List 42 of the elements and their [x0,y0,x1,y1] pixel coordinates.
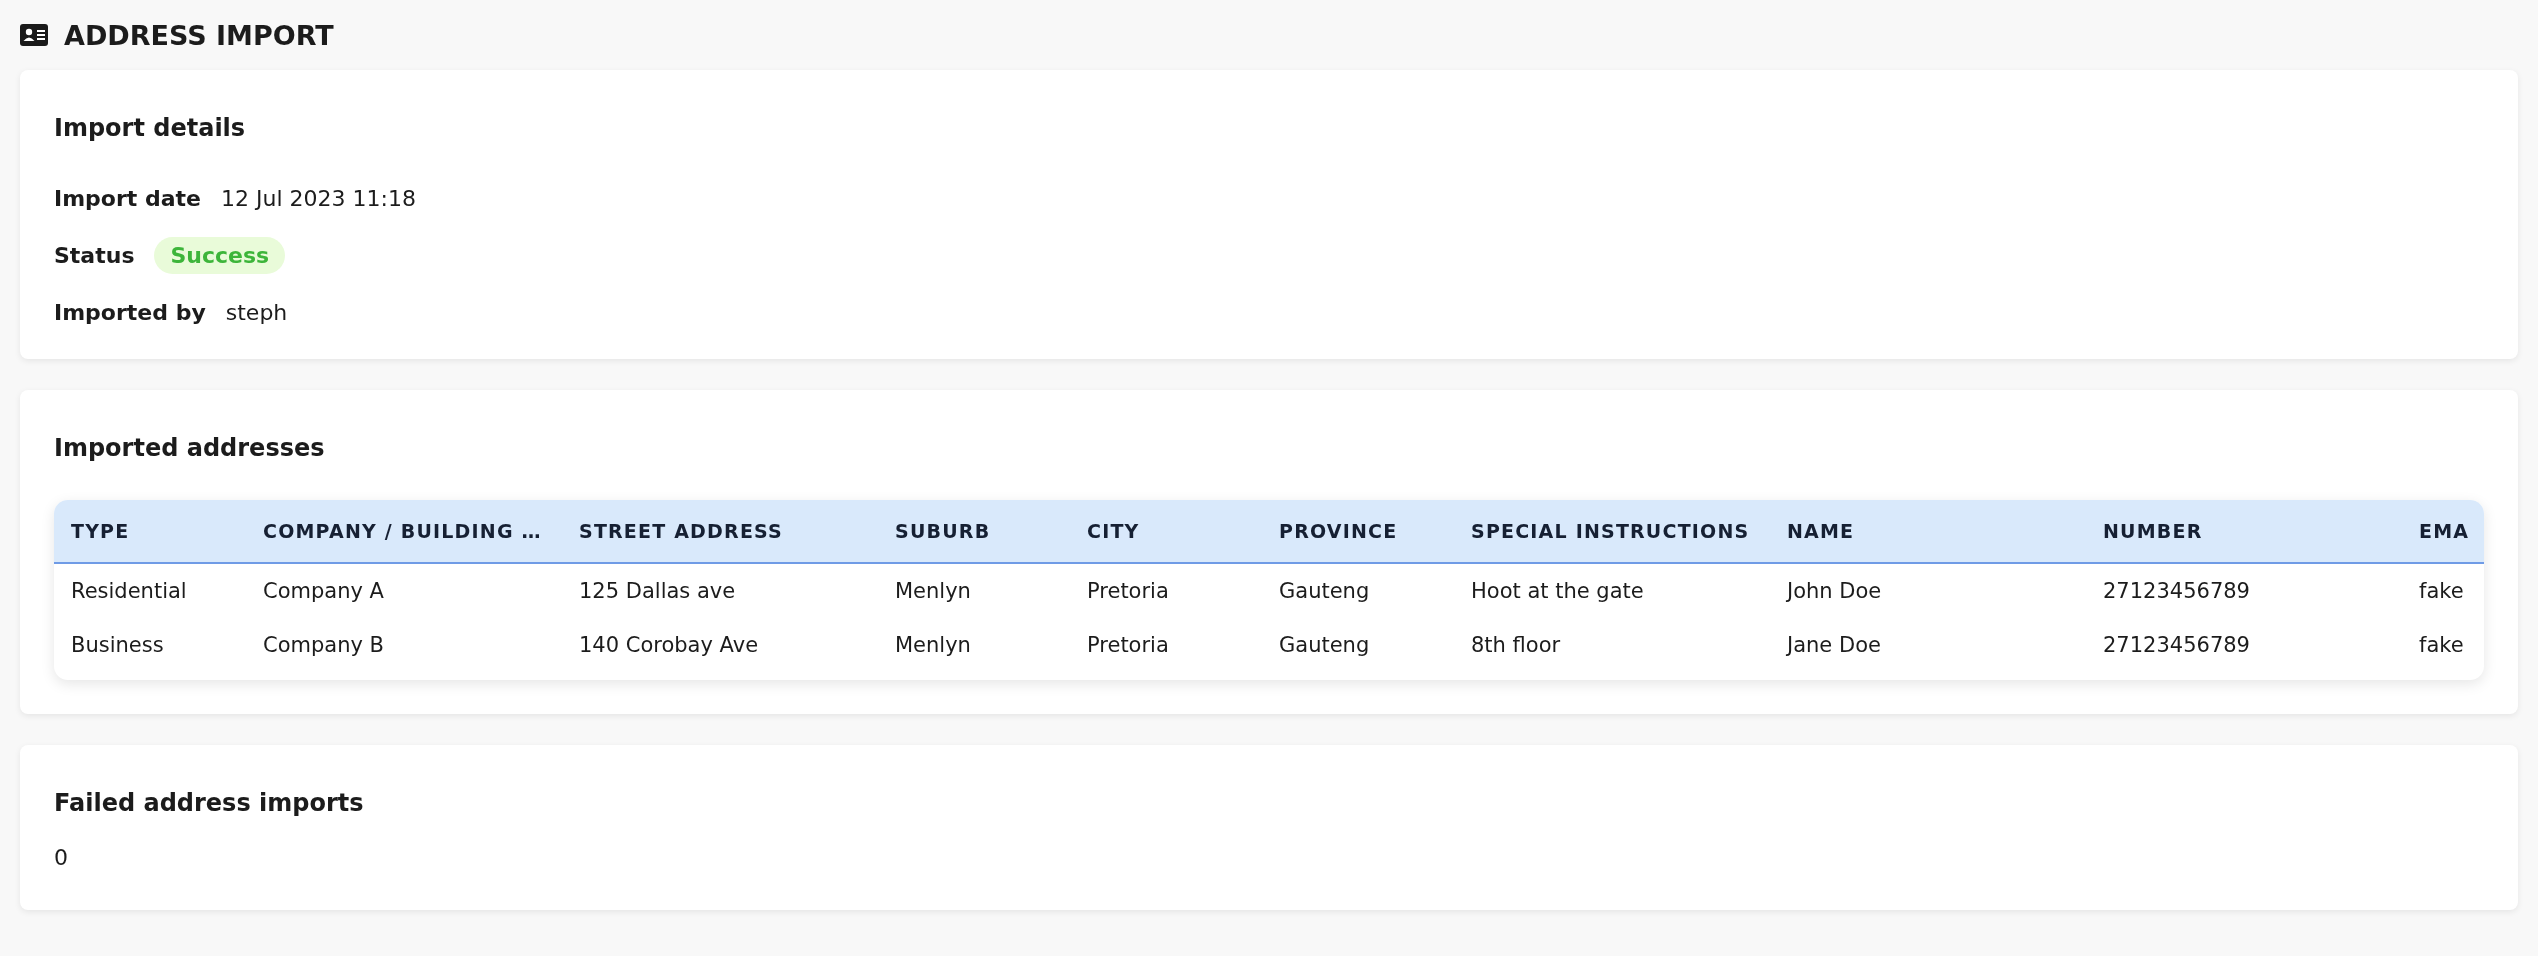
column-header[interactable]: EMA [2419,520,2484,542]
table-cell-text: Gauteng [1279,579,1371,603]
page-title: ADDRESS IMPORT [64,19,334,51]
table-cell-text: 27123456789 [2103,579,2251,603]
table-cell-text: Pretoria [1087,633,1170,657]
table-cell-text: Company A [263,579,385,603]
contact-card-icon [20,24,48,46]
card-heading: Import details [54,114,247,142]
column-header[interactable]: TYPE [71,520,263,542]
column-header[interactable]: NUMBER [2103,520,2419,542]
field-label: Import date [54,186,202,211]
field-label: Status [54,243,135,268]
table-cell-text: John Doe [1787,579,1883,603]
table-cell-text: Pretoria [1087,579,1170,603]
field-value: 12 Jul 2023 11:18 [221,186,416,211]
table-cell-text: Residential [71,579,188,603]
column-header[interactable]: NAME [1787,520,2103,542]
column-header[interactable]: SPECIAL INSTRUCTIONS [1471,520,1787,542]
table-cell-text: Gauteng [1279,633,1371,657]
table-cell-text: Menlyn [895,633,972,657]
table-cell-text: fake [2419,579,2465,603]
table-cell-text: fake [2419,633,2465,657]
field-value: steph [225,300,288,325]
field-label: Imported by [54,300,206,325]
failed-count: 0 [54,845,69,870]
table-cell-text: Jane Doe [1787,633,1882,657]
column-header[interactable]: CITY [1087,520,1279,542]
table-cell-text: Business [71,633,165,657]
table-cell-text: 27123456789 [2103,633,2251,657]
table-cell-text: 125 Dallas ave [579,579,737,603]
column-header[interactable]: STREET ADDRESS [579,520,895,542]
table-cell-text: Company B [263,633,385,657]
column-header[interactable]: PROVINCE [1279,520,1471,542]
table-cell-text: 8th floor [1471,633,1562,657]
table-cell-text: Menlyn [895,579,972,603]
card-heading: Imported addresses [54,434,326,462]
column-header[interactable]: COMPANY / BUILDING … [263,520,579,542]
status-badge: Success [154,237,286,274]
table-cell-text: Hoot at the gate [1471,579,1645,603]
column-header[interactable]: SUBURB [895,520,1087,542]
table-cell-text: 140 Corobay Ave [579,633,760,657]
card-heading: Failed address imports [54,789,365,817]
